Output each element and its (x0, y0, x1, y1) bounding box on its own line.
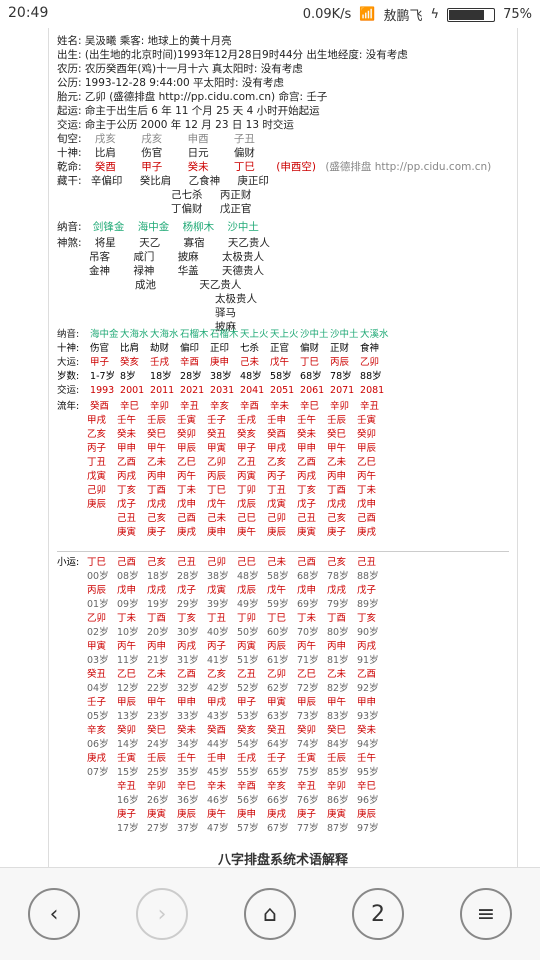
xiaoyun-row: 庚子 庚寅 庚辰 庚午 庚申 庚戌 庚子 庚寅 庚辰 (117, 809, 377, 820)
shishen-row: 十神: 比肩 伤官 日元 偏财 (57, 147, 255, 159)
liunian-row: 甲戌 壬午 壬辰 壬寅 壬子 壬戌 壬申 壬午 壬辰 壬寅 (87, 415, 377, 426)
shensha-row-5: 太极贵人 (215, 293, 257, 305)
battery-percent: 75% (503, 7, 532, 22)
status-icons: 0.09K/s 📶 敖鹏飞 ϟ 75% (303, 5, 532, 24)
xiaoyun-row: 小运: 丁巳 己酉 己亥 己丑 己卯 己巳 己未 己酉 己亥 己丑 (57, 557, 377, 568)
shensha-row-1: 神煞: 将星 天乙 寡宿 天乙贵人 (57, 237, 270, 249)
xiaoyun-row: 丙辰 戊申 戊戌 戊子 戊寅 戊辰 戊午 戊申 戊戌 戊子 (87, 585, 377, 596)
xiaoyun-row: 癸丑 乙巳 乙未 乙酉 乙亥 乙丑 乙卯 乙巳 乙未 乙酉 (87, 669, 377, 680)
status-bar: 20:49 0.09K/s 📶 敖鹏飞 ϟ 75% (0, 0, 540, 28)
home-button[interactable]: ⌂ (244, 888, 296, 940)
info-lunar: 农历: 农历癸酉年(鸡)十一月十六 真太阳时: 没有考虑 (57, 63, 303, 75)
dayun-pillar-row: 大运: 甲子 癸亥 壬戌 辛酉 庚申 己未 戊午 丁巳 丙辰 乙卯 (57, 357, 380, 368)
xiaoyun-row: 庚戌 壬寅 壬辰 壬午 壬申 壬戌 壬子 壬寅 壬辰 壬午 (87, 753, 377, 764)
back-icon: ‹ (49, 901, 59, 927)
menu-button[interactable]: ≡ (460, 888, 512, 940)
liunian-row: 己卯 丁亥 丁酉 丁未 丁巳 丁卯 丁丑 丁亥 丁酉 丁未 (87, 485, 377, 496)
xiaoyun-age-row: 04岁 12岁 22岁 32岁 42岁 52岁 62岁 72岁 82岁 92岁 (87, 683, 379, 694)
liunian-row: 乙亥 癸未 癸巳 癸卯 癸丑 癸亥 癸酉 癸未 癸巳 癸卯 (87, 429, 377, 440)
charging-icon: ϟ (430, 7, 440, 22)
canggan-row-2: 己七杀 丙正财 (171, 189, 252, 201)
xiaoyun-age-row: 02岁 10岁 20岁 30岁 40岁 50岁 60岁 70岁 80岁 90岁 (87, 627, 379, 638)
info-qiyun: 起运: 命主于出生后 6 年 11 个月 25 天 4 小时开始起运 (57, 105, 320, 117)
menu-icon: ≡ (476, 901, 496, 927)
liunian-row: 庚寅 庚子 庚戌 庚申 庚午 庚辰 庚寅 庚子 庚戌 (117, 527, 377, 538)
xiaoyun-age-row: 17岁 27岁 37岁 47岁 57岁 67岁 77岁 87岁 97岁 (117, 823, 379, 834)
dayun-table: 纳音: 海中金大海水大海水石榴木石榴木天上火天上火沙中土沙中土大溪水 十神: 伤… (57, 328, 390, 398)
shensha-row-3: 金神 禄神 华盖 天德贵人 (89, 265, 265, 277)
browser-nav-bar: ‹ › ⌂ 2 ≡ (0, 867, 540, 960)
xiaoyun-age-row: 03岁 11岁 21岁 31岁 41岁 51岁 61岁 71岁 81岁 91岁 (87, 655, 379, 666)
info-name: 姓名: 吴汲曦 乘客: 地球上的黄十月亮 (57, 35, 232, 47)
xiaoyun-age-row: 05岁 13岁 23岁 33岁 43岁 53岁 63岁 73岁 83岁 93岁 (87, 711, 379, 722)
dayun-shishen-row: 十神: 伤官 比肩 劫财 偏印 正印 七杀 正官 偏财 正财 食神 (57, 343, 380, 354)
wifi-icon: 📶 (359, 7, 376, 22)
xiaoyun-row: 甲寅 丙午 丙申 丙戌 丙子 丙寅 丙辰 丙午 丙申 丙戌 (87, 641, 377, 652)
xiaoyun-age-row: 16岁 26岁 36岁 46岁 56岁 66岁 76岁 86岁 96岁 (117, 795, 379, 806)
forward-button[interactable]: › (136, 888, 188, 940)
network-speed: 0.09K/s (302, 7, 352, 22)
liunian-row: 丙子 甲申 甲午 甲辰 甲寅 甲子 甲戌 甲申 甲午 甲辰 (87, 443, 377, 454)
tabs-button[interactable]: 2 (352, 888, 404, 940)
shensha-row-6: 驿马 (215, 307, 236, 319)
section-title: 八字排盘系统术语解释 (217, 853, 348, 868)
chart-page: 姓名: 吴汲曦 乘客: 地球上的黄十月亮 出生: (出生地的北京时间)1993年… (48, 28, 518, 868)
canggan-row: 藏干: 辛偏印 癸比肩 乙食神 庚正印 (57, 175, 269, 187)
section-divider (57, 551, 509, 552)
xiaoyun-row: 辛丑 辛卯 辛巳 辛未 辛酉 辛亥 辛丑 辛卯 辛巳 (117, 781, 377, 792)
liunian-header-row: 流年: 癸酉 辛巳 辛卯 辛丑 辛亥 辛酉 辛未 辛巳 辛卯 辛丑 (57, 401, 380, 412)
info-gregorian: 公历: 1993-12-28 9:44:00 平太阳时: 没有考虑 (57, 77, 284, 89)
xiaoyun-age-row: 06岁 14岁 24岁 34岁 44岁 54岁 64岁 74岁 84岁 94岁 (87, 739, 379, 750)
carrier: 敖鹏飞 (383, 9, 423, 24)
canggan-row-3: 丁偏财 戊正官 (171, 203, 252, 215)
liunian-row: 戊寅 丙戌 丙申 丙午 丙辰 丙寅 丙子 丙戌 丙申 丙午 (87, 471, 377, 482)
xiaoyun-age-row: 07岁 15岁 25岁 35岁 45岁 55岁 65岁 75岁 85岁 95岁 (87, 767, 379, 778)
xiaoyun-table: 小运: 丁巳 己酉 己亥 己丑 己卯 己巳 己未 己酉 己亥 己丑 00岁 08岁 18岁 28岁 38岁 4… (57, 556, 387, 836)
back-button[interactable]: ‹ (28, 888, 80, 940)
forward-icon: › (157, 901, 167, 927)
battery-icon (447, 7, 496, 22)
liunian-row: 己丑 己亥 己酉 己未 己巳 己卯 己丑 己亥 己酉 (117, 513, 377, 524)
xiaoyun-row: 辛亥 癸卯 癸巳 癸未 癸酉 癸亥 癸丑 癸卯 癸巳 癸未 (87, 725, 377, 736)
info-taiyuan: 胎元: 乙卯 (盛德排盘 http://pp.cidu.com.cn) 命宫: … (57, 91, 328, 103)
home-icon: ⌂ (263, 901, 277, 927)
liunian-row: 丁丑 乙酉 乙未 乙巳 乙卯 乙丑 乙亥 乙酉 乙未 乙巳 (87, 457, 377, 468)
clock: 20:49 (8, 5, 49, 21)
nayin-row: 纳音: 剑锋金 海中金 杨柳木 沙中土 (57, 221, 259, 233)
dayun-nayin-row: 纳音: 海中金大海水大海水石榴木石榴木天上火天上火沙中土沙中土大溪水 (57, 329, 389, 340)
info-jiaoyun: 交运: 命主于公历 2000 年 12 月 23 日 13 时交运 (57, 119, 294, 131)
shensha-row-4: 成池 天乙贵人 (135, 279, 242, 291)
xiaoyun-age-row: 01岁 09岁 19岁 29岁 39岁 49岁 59岁 69岁 79岁 89岁 (87, 599, 379, 610)
info-birth: 出生: (出生地的北京时间)1993年12月28日9时44分 出生地经度: 没有… (57, 49, 408, 61)
dayun-year-row: 交运: 1993 2001 2011 2021 2031 2041 2051 2061 2071… (57, 385, 385, 396)
xunkong-row: 旬空: 戌亥 戌亥 申酉 子丑 (57, 133, 255, 145)
liunian-row: 庚辰 戊子 戊戌 戊申 戊午 戊辰 戊寅 戊子 戊戌 戊申 (87, 499, 377, 510)
qianming-row: 乾命: 癸酉 甲子 癸未 丁巳 (申酉空) (盛德排盘 http://pp.ci… (57, 161, 492, 173)
xiaoyun-row: 壬子 甲辰 甲午 甲申 甲戌 甲子 甲寅 甲辰 甲午 甲申 (87, 697, 377, 708)
liunian-table: 流年: 癸酉 辛巳 辛卯 辛丑 辛亥 辛酉 辛未 辛巳 辛卯 辛丑 甲戌 壬午 壬辰 壬寅 壬子 壬戌 壬申壬… (57, 400, 390, 540)
dayun-age-row: 岁数: 1-7岁 8岁 18岁 28岁 38岁 48岁 58岁 68岁 78岁 88岁 (57, 371, 382, 382)
tab-count: 2 (371, 901, 385, 927)
xiaoyun-row: 乙卯 丁未 丁酉 丁亥 丁丑 丁卯 丁巳 丁未 丁酉 丁亥 (87, 613, 377, 624)
shensha-row-2: 吊客 咸门 披麻 太极贵人 (89, 251, 265, 263)
xiaoyun-age-row: 00岁 08岁 18岁 28岁 38岁 48岁 58岁 68岁 78岁 88岁 (87, 571, 379, 582)
